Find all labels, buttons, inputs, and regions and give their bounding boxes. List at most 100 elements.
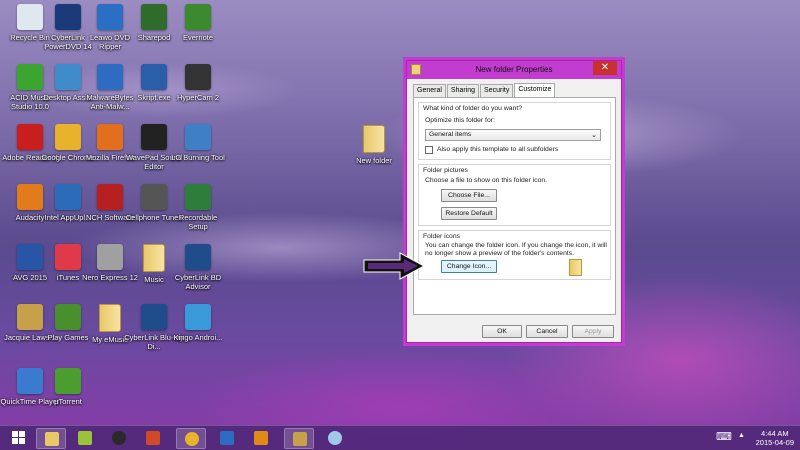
tab-sharing[interactable]: Sharing xyxy=(446,84,480,98)
desktop-icon-new-folder[interactable]: New folder xyxy=(344,125,404,165)
taskbar: ⌨ ▲ 4:44 AM 2015-04-09 xyxy=(0,425,800,450)
desktop-icon[interactable]: LG Burning Tool xyxy=(168,124,228,162)
sharepod-icon xyxy=(141,4,167,30)
properties-dialog: New folder Properties ✕ General Sharing … xyxy=(406,60,622,343)
taskbar-player[interactable] xyxy=(246,428,276,449)
folder-preview-icon xyxy=(569,259,582,276)
optimize-heading: What kind of folder do you want? xyxy=(423,105,522,112)
pictures-group: Folder pictures Choose a file to show on… xyxy=(418,164,611,226)
choose-file-button[interactable]: Choose File... xyxy=(441,189,497,202)
keyboard-icon[interactable]: ⌨ xyxy=(716,430,732,443)
desktop-icon-label: Recordable Setup xyxy=(178,213,218,231)
kingo-icon xyxy=(185,304,211,330)
taskbar-chrome[interactable] xyxy=(176,428,206,449)
icons-desc-line2: no longer show a preview of the folder's… xyxy=(425,250,575,257)
pictures-heading: Folder pictures xyxy=(423,167,468,174)
app-icon xyxy=(293,432,307,446)
desktop-icon[interactable]: Kingo Androi... xyxy=(168,304,228,342)
taskbar-malwarebytes[interactable] xyxy=(212,428,242,449)
optimize-group: What kind of folder do you want? Optimiz… xyxy=(418,102,611,160)
desktop-icon[interactable]: HyperCam 2 xyxy=(168,64,228,102)
desktop-icon-label: µTorrent xyxy=(54,397,82,406)
desktop-icon-label: HyperCam 2 xyxy=(176,93,220,102)
cancel-button[interactable]: Cancel xyxy=(526,325,568,338)
wavepad-icon xyxy=(141,124,167,150)
desktop-icon-label: Sharepod xyxy=(137,33,171,42)
desktop-icon-label: Music xyxy=(144,275,164,284)
nero-icon xyxy=(97,244,123,270)
desktop-icon-label: New folder xyxy=(356,156,392,165)
icons-desc-line1: You can change the folder icon. If you c… xyxy=(425,242,607,249)
chevron-down-icon: ⌄ xyxy=(591,132,597,139)
bluray-icon xyxy=(141,304,167,330)
desktop-icon-label: Evernote xyxy=(182,33,214,42)
desktop-icon[interactable]: Evernote xyxy=(168,4,228,42)
restore-default-button[interactable]: Restore Default xyxy=(441,207,497,220)
ok-button[interactable]: OK xyxy=(482,325,522,338)
malwarebytes-icon xyxy=(220,431,234,445)
dialog-titlebar[interactable]: New folder Properties ✕ xyxy=(407,61,621,79)
taskbar-app-w[interactable] xyxy=(70,428,100,449)
folder-icon xyxy=(99,304,121,332)
optimize-label: Optimize this folder for: xyxy=(425,117,495,124)
taskbar-paint[interactable] xyxy=(320,428,350,449)
start-button[interactable] xyxy=(4,428,34,449)
hypercam-icon xyxy=(185,64,211,90)
taskbar-file-explorer[interactable] xyxy=(36,428,66,449)
tab-security[interactable]: Security xyxy=(480,84,514,98)
utorrent-icon xyxy=(55,368,81,394)
media-icon xyxy=(112,431,126,445)
desktop-icon[interactable]: Recordable Setup xyxy=(168,184,228,231)
folder-icon xyxy=(363,125,385,153)
malwarebytes-icon xyxy=(97,64,123,90)
change-icon-button[interactable]: Change Icon... xyxy=(441,260,497,273)
store-icon xyxy=(146,431,160,445)
taskbar-store[interactable] xyxy=(138,428,168,449)
tab-customize[interactable]: Customize xyxy=(514,83,556,98)
dialog-title: New folder Properties xyxy=(475,65,553,74)
recordable-icon xyxy=(185,184,211,210)
leawo-icon xyxy=(97,4,123,30)
arrow-icon xyxy=(363,252,426,280)
paint-icon xyxy=(328,431,342,445)
optimize-select[interactable]: General items ⌄ xyxy=(425,129,601,141)
clock-date: 2015-04-09 xyxy=(755,438,794,447)
chevron-up-icon[interactable]: ▲ xyxy=(738,432,745,439)
intel-icon xyxy=(55,184,81,210)
customize-panel: What kind of folder do you want? Optimiz… xyxy=(413,97,616,315)
apply-subfolders-checkbox[interactable] xyxy=(425,146,433,154)
close-button[interactable]: ✕ xyxy=(593,61,617,75)
desktop-icon-label: CyberLink BD Advisor xyxy=(174,273,222,291)
tab-bar: General Sharing Security Customize xyxy=(407,79,621,98)
clock[interactable]: 4:44 AM 2015-04-09 xyxy=(756,429,794,447)
apply-button[interactable]: Apply xyxy=(572,325,614,338)
folder-icon xyxy=(143,244,165,272)
taskbar-media[interactable] xyxy=(104,428,134,449)
apply-subfolders-label: Also apply this template to all subfolde… xyxy=(437,146,559,153)
nch-icon xyxy=(97,184,123,210)
desktop-icon-label: Skript.exe xyxy=(137,93,171,102)
chrome-icon xyxy=(185,432,199,446)
skript-icon xyxy=(141,64,167,90)
optimize-select-value: General items xyxy=(429,131,472,138)
app-icon xyxy=(78,431,92,445)
evernote-icon xyxy=(185,4,211,30)
taskbar-app[interactable] xyxy=(284,428,314,449)
itunes-icon xyxy=(55,244,81,270)
desktop-icon[interactable]: CyberLink BD Advisor xyxy=(168,244,228,291)
clock-time: 4:44 AM xyxy=(761,429,789,438)
desktop-icon-label: iTunes xyxy=(56,273,80,282)
desktop-icon-label: My eMusic xyxy=(92,335,128,344)
desktop-icon-label: Kingo Androi... xyxy=(173,333,223,342)
windows-icon xyxy=(12,431,25,444)
desktop-icon[interactable]: µTorrent xyxy=(38,368,98,406)
folder-icon xyxy=(45,432,59,446)
player-icon xyxy=(254,431,268,445)
cellphone-tunes-icon xyxy=(141,184,167,210)
desktop-assist-icon xyxy=(55,64,81,90)
tab-general[interactable]: General xyxy=(413,84,446,98)
play-games-icon xyxy=(55,304,81,330)
powerdvd-icon xyxy=(55,4,81,30)
icons-heading: Folder icons xyxy=(423,233,461,240)
icons-group: Folder icons You can change the folder i… xyxy=(418,230,611,280)
